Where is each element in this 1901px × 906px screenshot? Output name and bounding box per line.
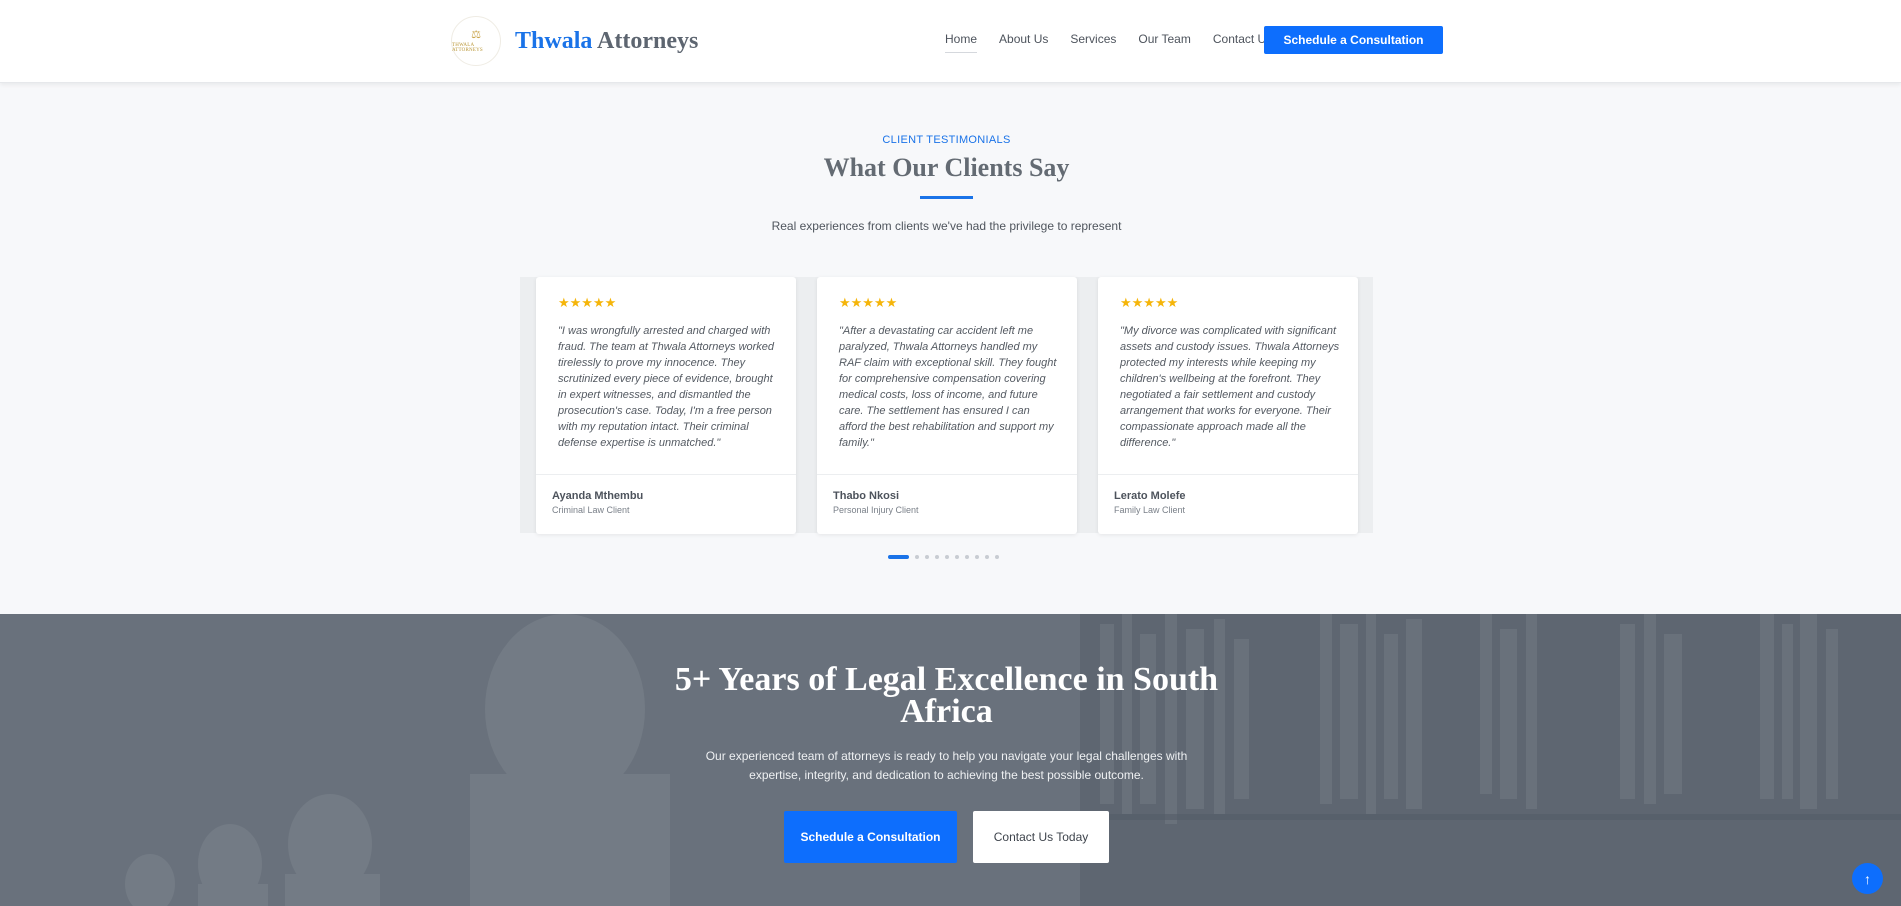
client-name: Lerato Molefe (1114, 490, 1186, 502)
star-rating-icon: ★★★★★ (558, 295, 617, 310)
testimonial-quote: "I was wrongfully arrested and charged w… (558, 325, 775, 449)
pagination-dot-7[interactable] (965, 555, 969, 559)
pagination-dot-6[interactable] (955, 555, 959, 559)
pagination-dot-1[interactable] (888, 555, 909, 559)
section-subtitle: Real experiences from clients we've had … (771, 219, 1122, 233)
cta-hero-section: 5+ Years of Legal Excellence in South Af… (0, 614, 1901, 906)
nav-link-about-us[interactable]: About Us (999, 32, 1048, 53)
testimonial-card: ★★★★★ "I was wrongfully arrested and cha… (536, 277, 796, 534)
section-title: What Our Clients Say (823, 153, 1070, 182)
schedule-consultation-button[interactable]: Schedule a Consultation (1264, 26, 1443, 54)
card-divider (1098, 474, 1358, 475)
scales-of-justice-icon: ⚖ (471, 28, 481, 41)
nav-link-our-team[interactable]: Our Team (1138, 32, 1190, 53)
hero-title: 5+ Years of Legal Excellence in South Af… (0, 661, 1893, 730)
pagination-dot-4[interactable] (935, 555, 939, 559)
contact-us-today-button[interactable]: Contact Us Today (973, 811, 1109, 863)
arrow-up-icon: ↑ (1864, 870, 1871, 887)
pagination-dot-5[interactable] (945, 555, 949, 559)
section-eyebrow: CLIENT TESTIMONIALS (882, 134, 1011, 146)
client-role: Criminal Law Client (552, 505, 630, 515)
schedule-consultation-cta-button[interactable]: Schedule a Consultation (784, 811, 957, 863)
client-name: Thabo Nkosi (833, 490, 900, 502)
brand-name-primary: Thwala (515, 27, 593, 54)
brand-name-secondary: Attorneys (597, 27, 699, 54)
title-underline (920, 196, 973, 199)
hero-description: Our experienced team of attorneys is rea… (705, 749, 1188, 782)
slider-pagination (888, 555, 1005, 559)
pagination-dot-10[interactable] (995, 555, 999, 559)
hero-title-line-2: Africa (900, 693, 993, 730)
logo-badge: ⚖ THWALA ATTORNEYS (451, 16, 501, 66)
logo[interactable]: ⚖ THWALA ATTORNEYS Thwala Attorneys (451, 16, 698, 66)
site-header: ⚖ THWALA ATTORNEYS Thwala Attorneys Home… (0, 0, 1901, 83)
brand-name: Thwala Attorneys (515, 28, 698, 55)
testimonial-card: ★★★★★ "My divorce was complicated with s… (1098, 277, 1358, 534)
card-divider (536, 474, 796, 475)
testimonial-quote: "After a devastating car accident left m… (839, 325, 1057, 449)
card-divider (817, 474, 1077, 475)
pagination-dot-8[interactable] (975, 555, 979, 559)
client-name: Ayanda Mthembu (552, 490, 644, 502)
pagination-dot-3[interactable] (925, 555, 929, 559)
star-rating-icon: ★★★★★ (1120, 295, 1179, 310)
hero-title-line-1: 5+ Years of Legal Excellence in South (674, 661, 1219, 698)
client-role: Family Law Client (1114, 505, 1186, 515)
main-nav: Home About Us Services Our Team Contact … (945, 32, 1294, 53)
testimonial-card: ★★★★★ "After a devastating car accident … (817, 277, 1077, 534)
client-role: Personal Injury Client (833, 505, 919, 515)
pagination-dot-2[interactable] (915, 555, 919, 559)
nav-link-home[interactable]: Home (945, 32, 978, 53)
nav-link-services[interactable]: Services (1070, 32, 1116, 53)
back-to-top-button[interactable]: ↑ (1852, 863, 1883, 894)
pagination-dot-9[interactable] (985, 555, 989, 559)
testimonial-quote: "My divorce was complicated with signifi… (1120, 325, 1340, 449)
star-rating-icon: ★★★★★ (839, 295, 898, 310)
logo-text: THWALA ATTORNEYS (452, 42, 483, 53)
